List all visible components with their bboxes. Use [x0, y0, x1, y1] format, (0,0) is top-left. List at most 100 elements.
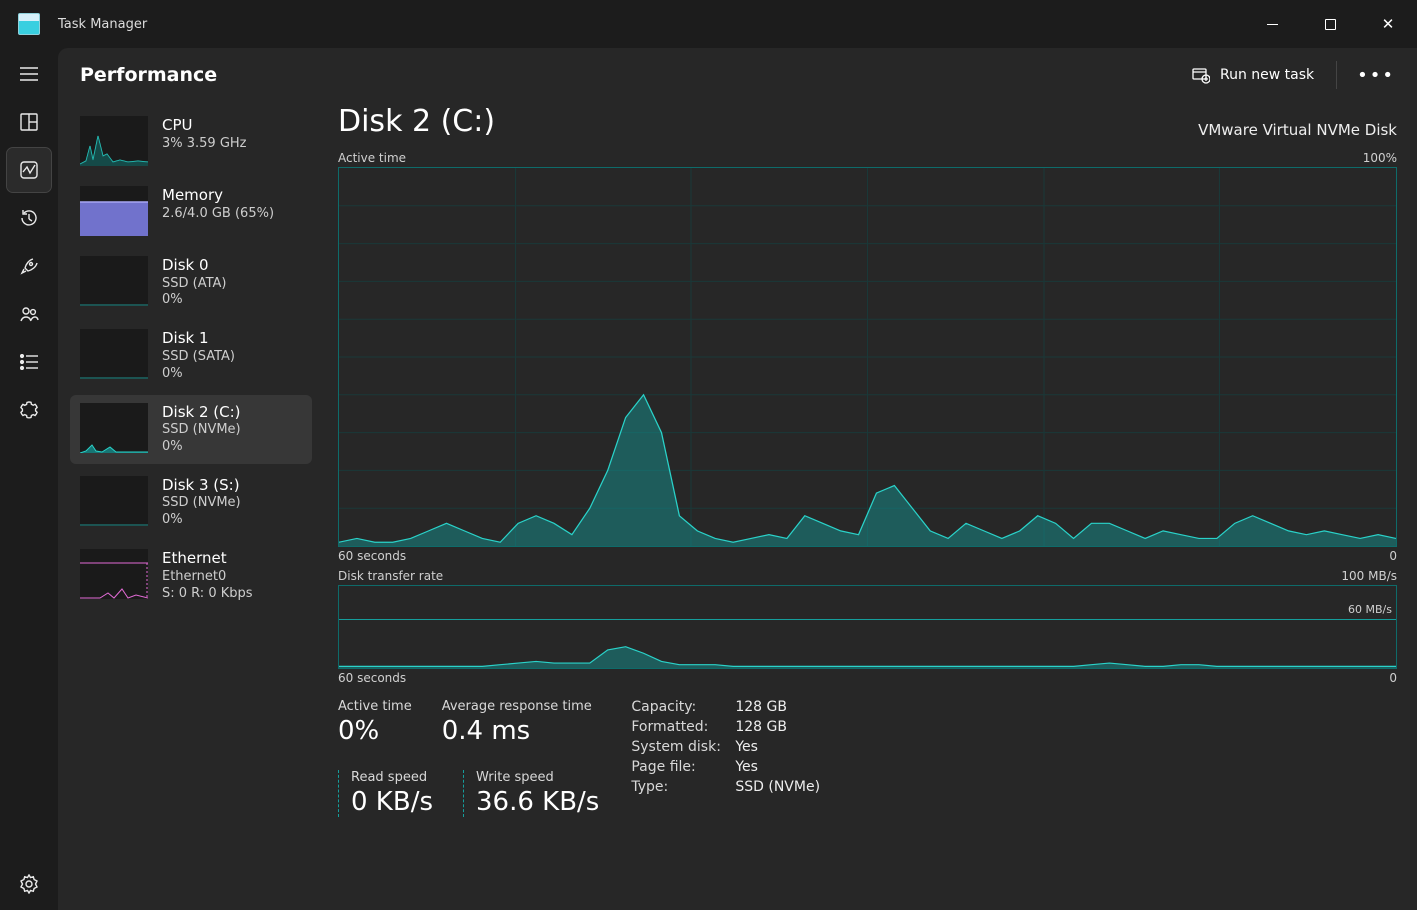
kv-capacity-v: 128 GB	[735, 699, 820, 715]
minimize-icon	[1267, 24, 1278, 25]
sidebar-item-sub: SSD (NVMe)	[162, 495, 241, 512]
nav-processes[interactable]	[7, 100, 51, 144]
sidebar-item-label: Disk 3 (S:)	[162, 476, 241, 496]
sidebar-item-memory[interactable]: Memory 2.6/4.0 GB (65%)	[70, 178, 312, 244]
kv-table: Capacity:128 GB Formatted:128 GB System …	[631, 699, 820, 795]
sidebar-item-sub: SSD (ATA)	[162, 276, 227, 293]
toolbar-divider	[1336, 61, 1337, 89]
sidebar-item-cpu[interactable]: CPU 3% 3.59 GHz	[70, 108, 312, 174]
chart1-max: 100%	[1363, 151, 1397, 165]
disk-thumb	[80, 476, 148, 526]
avg-resp-label: Average response time	[442, 699, 592, 714]
content: Performance Run new task •••	[58, 48, 1417, 910]
kv-type-k: Type:	[631, 779, 735, 795]
read-speed-label: Read speed	[351, 770, 433, 785]
kv-systemdisk-k: System disk:	[631, 739, 735, 755]
chart1-label: Active time	[338, 151, 406, 165]
cpu-thumb	[80, 116, 148, 166]
sidebar-item-disk1[interactable]: Disk 1 SSD (SATA) 0%	[70, 321, 312, 390]
chart1-xright: 0	[1389, 549, 1397, 563]
close-button[interactable]: ✕	[1359, 0, 1417, 48]
more-options-button[interactable]: •••	[1345, 59, 1407, 92]
root: Performance Run new task •••	[0, 48, 1417, 910]
memory-thumb	[80, 186, 148, 236]
sidebar-item-label: Disk 0	[162, 256, 227, 276]
write-speed-label: Write speed	[476, 770, 599, 785]
nav-settings[interactable]	[7, 862, 51, 906]
nav-startup[interactable]	[7, 244, 51, 288]
active-time-value: 0%	[338, 716, 412, 746]
sidebar-item-label: Memory	[162, 186, 274, 206]
transfer-rate-chart[interactable]: 60 MB/s	[338, 585, 1397, 669]
run-new-task-button[interactable]: Run new task	[1178, 60, 1328, 90]
app-icon	[18, 13, 40, 35]
read-speed-value: 0 KB/s	[351, 787, 433, 817]
sidebar-item-sub: 2.6/4.0 GB (65%)	[162, 206, 274, 223]
sidebar-item-sub2: 0%	[162, 292, 227, 309]
app-title: Task Manager	[58, 17, 147, 32]
kv-capacity-k: Capacity:	[631, 699, 735, 715]
close-icon: ✕	[1382, 15, 1395, 33]
sidebar-item-ethernet[interactable]: Ethernet Ethernet0 S: 0 R: 0 Kbps	[70, 541, 312, 610]
minimize-button[interactable]	[1243, 0, 1301, 48]
maximize-button[interactable]	[1301, 0, 1359, 48]
sidebar-item-sub2: 0%	[162, 366, 235, 383]
page-title: Performance	[80, 64, 217, 86]
sidebar-item-sub: 3% 3.59 GHz	[162, 136, 247, 153]
kv-formatted-k: Formatted:	[631, 719, 735, 735]
sidebar-item-disk0[interactable]: Disk 0 SSD (ATA) 0%	[70, 248, 312, 317]
nav-rail	[0, 48, 58, 910]
run-new-task-label: Run new task	[1220, 67, 1314, 83]
avg-resp-value: 0.4 ms	[442, 716, 592, 746]
top-bar: Performance Run new task •••	[58, 48, 1417, 102]
chart-area	[339, 586, 1396, 668]
detail-subtitle: VMware Virtual NVMe Disk	[1198, 121, 1397, 139]
chart2-max: 100 MB/s	[1341, 569, 1397, 583]
chart2-label: Disk transfer rate	[338, 569, 443, 583]
disk-thumb	[80, 329, 148, 379]
detail-pane: Disk 2 (C:) VMware Virtual NVMe Disk Act…	[320, 102, 1417, 910]
stats-row: Active time 0% Average response time 0.4…	[338, 699, 1397, 817]
active-time-label: Active time	[338, 699, 412, 714]
disk-thumb	[80, 256, 148, 306]
nav-details[interactable]	[7, 340, 51, 384]
nav-app-history[interactable]	[7, 196, 51, 240]
sidebar-item-disk2[interactable]: Disk 2 (C:) SSD (NVMe) 0%	[70, 395, 312, 464]
sidebar-item-disk3[interactable]: Disk 3 (S:) SSD (NVMe) 0%	[70, 468, 312, 537]
chart2-xright: 0	[1389, 671, 1397, 685]
sidebar-item-sub: Ethernet0	[162, 569, 253, 586]
net-thumb	[80, 549, 148, 599]
kv-type-v: SSD (NVMe)	[735, 779, 820, 795]
nav-performance[interactable]	[7, 148, 51, 192]
write-speed-value: 36.6 KB/s	[476, 787, 599, 817]
hamburger-button[interactable]	[7, 52, 51, 96]
kv-formatted-v: 128 GB	[735, 719, 820, 735]
sidebar-item-sub: SSD (NVMe)	[162, 422, 241, 439]
window-controls: ✕	[1243, 0, 1417, 48]
disk-thumb	[80, 403, 148, 453]
kv-pagefile-k: Page file:	[631, 759, 735, 775]
more-options-icon: •••	[1357, 65, 1395, 86]
perf-sidebar: CPU 3% 3.59 GHz Memory 2.6/4.0 GB (65%)	[62, 102, 320, 910]
sidebar-item-sub2: 0%	[162, 512, 241, 529]
detail-title: Disk 2 (C:)	[338, 104, 495, 139]
active-time-chart[interactable]	[338, 167, 1397, 547]
chart1-xleft: 60 seconds	[338, 549, 406, 563]
sidebar-item-label: Disk 1	[162, 329, 235, 349]
maximize-icon	[1325, 19, 1336, 30]
sidebar-item-sub2: 0%	[162, 439, 241, 456]
chart2-xleft: 60 seconds	[338, 671, 406, 685]
sidebar-item-sub: SSD (SATA)	[162, 349, 235, 366]
sidebar-item-label: Ethernet	[162, 549, 253, 569]
kv-systemdisk-v: Yes	[735, 739, 820, 755]
sidebar-item-label: Disk 2 (C:)	[162, 403, 241, 423]
kv-pagefile-v: Yes	[735, 759, 820, 775]
nav-users[interactable]	[7, 292, 51, 336]
sidebar-item-sub2: S: 0 R: 0 Kbps	[162, 586, 253, 603]
chart-area	[339, 168, 1396, 546]
panel: CPU 3% 3.59 GHz Memory 2.6/4.0 GB (65%)	[58, 102, 1417, 910]
titlebar: Task Manager ✕	[0, 0, 1417, 48]
nav-services[interactable]	[7, 388, 51, 432]
sidebar-item-label: CPU	[162, 116, 247, 136]
run-new-task-icon	[1192, 66, 1210, 84]
